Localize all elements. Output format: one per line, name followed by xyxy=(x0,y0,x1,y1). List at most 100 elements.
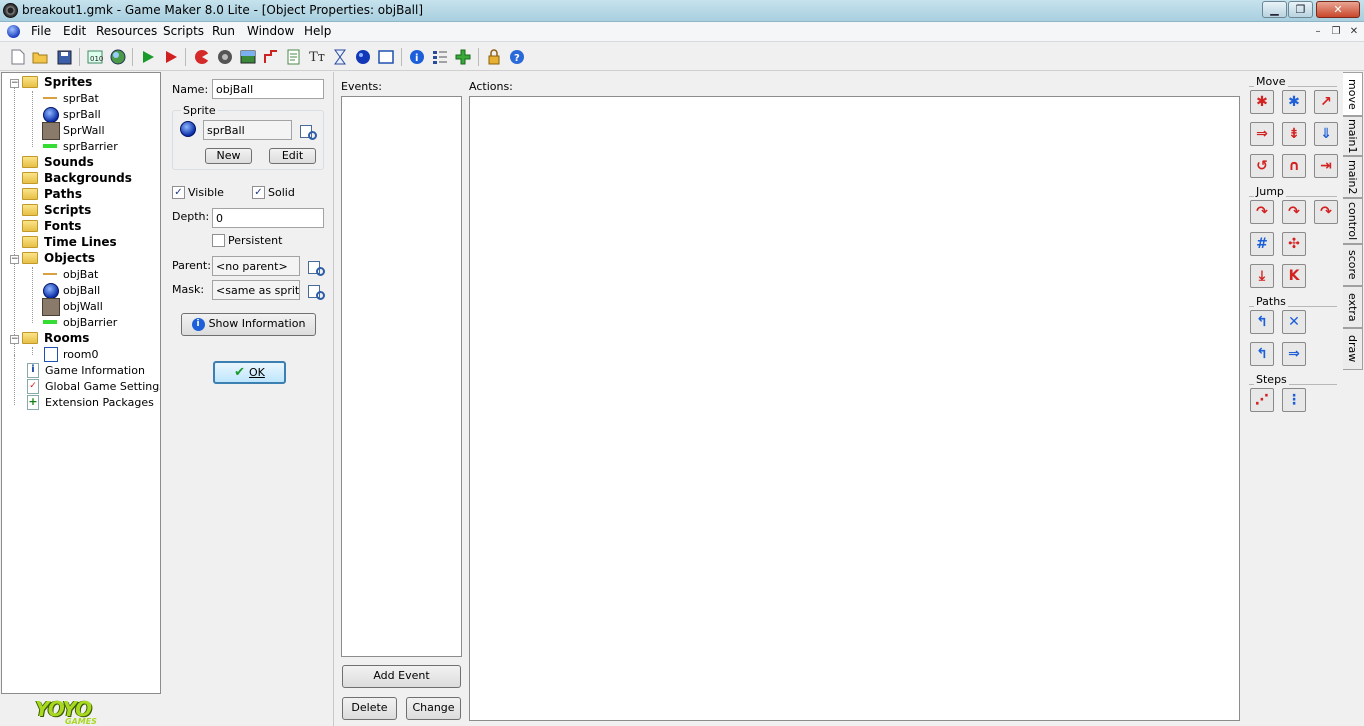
tab-extra[interactable]: extra xyxy=(1343,286,1363,328)
extension-packages-icon[interactable] xyxy=(454,48,472,66)
tree-folder-backgrounds[interactable]: Backgrounds xyxy=(22,170,132,186)
jump-to-position-icon[interactable]: ↷ xyxy=(1250,200,1274,224)
sprite-select[interactable]: sprBall xyxy=(203,120,292,140)
add-sound-icon[interactable] xyxy=(216,48,234,66)
mdi-minimize-button[interactable]: – xyxy=(1310,25,1326,39)
tree-item-objbat[interactable]: objBat xyxy=(42,266,98,282)
tree-folder-scripts[interactable]: Scripts xyxy=(22,202,91,218)
tree-item-game-information[interactable]: Game Information xyxy=(24,362,145,378)
tree-folder-sounds[interactable]: Sounds xyxy=(22,154,94,170)
open-folder-icon[interactable] xyxy=(31,48,49,66)
add-event-button[interactable]: Add Event xyxy=(342,665,461,688)
delete-event-button[interactable]: Delete xyxy=(342,697,397,720)
lock-icon[interactable] xyxy=(485,48,503,66)
debug-run-icon[interactable] xyxy=(162,48,180,66)
edit-sprite-button[interactable]: Edit xyxy=(269,148,316,164)
tree-folder-paths[interactable]: Paths xyxy=(22,186,82,202)
wrap-screen-icon[interactable]: ✣ xyxy=(1282,232,1306,256)
sprite-browse-icon[interactable] xyxy=(299,123,317,140)
tree-folder-sprites[interactable]: Sprites xyxy=(22,74,92,90)
sprites-collapse-toggle[interactable]: − xyxy=(10,79,19,88)
path-position-icon[interactable]: ↰ xyxy=(1250,342,1274,366)
parent-select[interactable]: <no parent> xyxy=(212,256,300,276)
add-object-icon[interactable] xyxy=(354,48,372,66)
tab-main2[interactable]: main2 xyxy=(1343,156,1363,198)
ok-button[interactable]: ✔ OK xyxy=(213,361,286,384)
depth-input[interactable]: 0 xyxy=(212,208,324,228)
menu-file[interactable]: File xyxy=(29,24,53,38)
persistent-checkbox[interactable] xyxy=(212,234,225,247)
move-towards-icon[interactable]: ↗ xyxy=(1314,90,1338,114)
game-information-icon[interactable]: i xyxy=(408,48,426,66)
global-settings-icon[interactable] xyxy=(431,48,449,66)
tab-draw[interactable]: draw xyxy=(1343,328,1363,370)
tree-item-sprwall[interactable]: SprWall xyxy=(42,122,105,140)
events-list[interactable] xyxy=(341,96,462,657)
publish-icon[interactable] xyxy=(109,48,127,66)
add-script-icon[interactable] xyxy=(285,48,303,66)
rooms-collapse-toggle[interactable]: − xyxy=(10,335,19,344)
save-icon[interactable] xyxy=(55,48,73,66)
tab-move[interactable]: move xyxy=(1343,72,1363,116)
tree-item-sprbat[interactable]: sprBat xyxy=(42,90,99,106)
move-free-icon[interactable]: ✱ xyxy=(1282,90,1306,114)
help-icon[interactable]: ? xyxy=(508,48,526,66)
jump-to-random-icon[interactable]: ↷ xyxy=(1314,200,1338,224)
bounce-icon[interactable]: K xyxy=(1282,264,1306,288)
tree-item-objbarrier[interactable]: objBarrier xyxy=(42,314,117,330)
name-input[interactable]: objBall xyxy=(212,79,324,99)
set-friction-icon[interactable]: ⇥ xyxy=(1314,154,1338,178)
step-towards-icon[interactable]: ⋰ xyxy=(1250,388,1274,412)
tab-main1[interactable]: main1 xyxy=(1343,116,1363,156)
tree-folder-fonts[interactable]: Fonts xyxy=(22,218,81,234)
run-icon[interactable] xyxy=(139,48,157,66)
document-icon[interactable] xyxy=(7,25,20,38)
mask-select[interactable]: <same as sprite> xyxy=(212,280,300,300)
tree-item-sprbarrier[interactable]: sprBarrier xyxy=(42,138,118,154)
close-button[interactable]: ✕ xyxy=(1316,1,1360,18)
minimize-button[interactable]: ▁ xyxy=(1262,1,1287,18)
new-file-icon[interactable] xyxy=(9,48,27,66)
set-gravity-icon[interactable]: ⇓ xyxy=(1314,122,1338,146)
objects-collapse-toggle[interactable]: − xyxy=(10,255,19,264)
mdi-close-button[interactable]: ✕ xyxy=(1346,25,1362,39)
tree-item-global-settings[interactable]: Global Game Settings xyxy=(24,378,160,394)
tree-item-extension-packages[interactable]: Extension Packages xyxy=(24,394,154,410)
actions-list[interactable] xyxy=(469,96,1240,721)
tree-item-room0[interactable]: room0 xyxy=(42,346,98,362)
mask-browse-icon[interactable] xyxy=(307,283,325,300)
jump-to-start-icon[interactable]: ↷ xyxy=(1282,200,1306,224)
add-background-icon[interactable] xyxy=(239,48,257,66)
tree-folder-timelines[interactable]: Time Lines xyxy=(22,234,117,250)
menu-resources[interactable]: Resources xyxy=(94,24,159,38)
solid-checkbox[interactable]: ✓ xyxy=(252,186,265,199)
add-font-icon[interactable]: Tт xyxy=(308,48,326,66)
tree-item-objwall[interactable]: objWall xyxy=(42,298,103,316)
add-room-icon[interactable] xyxy=(377,48,395,66)
align-to-grid-icon[interactable]: # xyxy=(1250,232,1274,256)
new-sprite-button[interactable]: New xyxy=(205,148,252,164)
move-fixed-icon[interactable]: ✱ xyxy=(1250,90,1274,114)
reverse-horizontal-icon[interactable]: ↺ xyxy=(1250,154,1274,178)
maximize-button[interactable]: ❐ xyxy=(1288,1,1313,18)
menu-run[interactable]: Run xyxy=(210,24,237,38)
tab-score[interactable]: score xyxy=(1343,244,1363,286)
menu-help[interactable]: Help xyxy=(302,24,333,38)
add-timeline-icon[interactable] xyxy=(331,48,349,66)
mdi-restore-button[interactable]: ❐ xyxy=(1328,25,1344,39)
tree-item-sprball[interactable]: sprBall xyxy=(42,106,101,123)
tree-folder-rooms[interactable]: Rooms xyxy=(22,330,89,346)
end-path-icon[interactable]: ✕ xyxy=(1282,310,1306,334)
resource-tree[interactable]: − Sprites sprBat sprBall SprWall sprBarr… xyxy=(1,72,161,694)
show-information-button[interactable]: i Show Information xyxy=(181,313,316,336)
menu-window[interactable]: Window xyxy=(245,24,296,38)
tree-item-objball[interactable]: objBall xyxy=(42,282,100,299)
path-speed-icon[interactable]: ⇒ xyxy=(1282,342,1306,366)
speed-vertical-icon[interactable]: ⇟ xyxy=(1282,122,1306,146)
menu-edit[interactable]: Edit xyxy=(61,24,88,38)
menu-scripts[interactable]: Scripts xyxy=(161,24,206,38)
set-path-icon[interactable]: ↰ xyxy=(1250,310,1274,334)
move-to-contact-icon[interactable]: ⤓ xyxy=(1250,264,1274,288)
change-event-button[interactable]: Change xyxy=(406,697,461,720)
create-executable-icon[interactable]: 010 xyxy=(86,48,104,66)
